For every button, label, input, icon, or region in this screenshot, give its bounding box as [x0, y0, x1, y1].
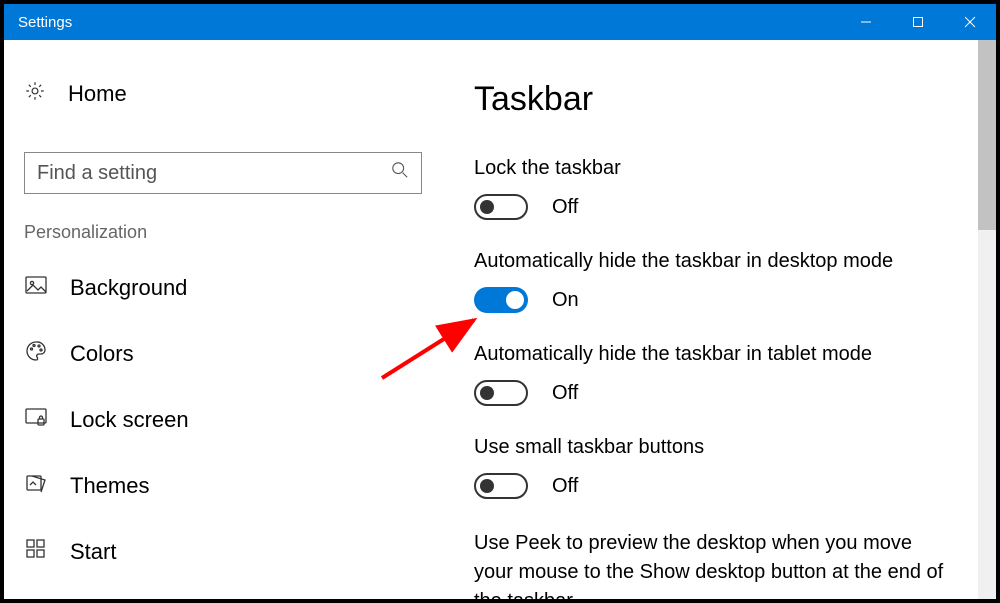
close-button[interactable] [944, 4, 996, 40]
home-label: Home [68, 81, 127, 107]
toggle-row: Off [474, 194, 966, 220]
window-body: Home Find a setting Personalization Back… [4, 40, 996, 599]
palette-icon [24, 339, 48, 369]
sidebar: Home Find a setting Personalization Back… [4, 40, 414, 599]
search-input[interactable]: Find a setting [24, 152, 422, 194]
home-link[interactable]: Home [24, 80, 390, 108]
titlebar[interactable]: Settings [4, 4, 996, 40]
scrollbar[interactable] [978, 40, 996, 599]
window-title: Settings [18, 14, 72, 31]
setting-lock-taskbar: Lock the taskbar Off [474, 157, 966, 220]
setting-autohide-desktop: Automatically hide the taskbar in deskto… [474, 250, 966, 313]
sidebar-item-label: Start [70, 539, 116, 565]
settings-window: Settings Home Find a setting [4, 4, 996, 599]
toggle-state: On [552, 289, 579, 312]
scrollbar-thumb[interactable] [978, 40, 996, 230]
sidebar-item-label: Background [70, 275, 187, 301]
sidebar-item-colors[interactable]: Colors [24, 339, 390, 369]
sidebar-item-label: Lock screen [70, 407, 189, 433]
sidebar-nav: Background Colors Lock screen [24, 273, 390, 567]
setting-label: Automatically hide the taskbar in tablet… [474, 343, 966, 366]
setting-autohide-tablet: Automatically hide the taskbar in tablet… [474, 343, 966, 406]
setting-label: Automatically hide the taskbar in deskto… [474, 250, 966, 273]
setting-small-buttons: Use small taskbar buttons Off [474, 436, 966, 499]
toggle-state: Off [552, 196, 578, 219]
setting-label: Lock the taskbar [474, 157, 966, 180]
picture-icon [24, 273, 48, 303]
sidebar-item-background[interactable]: Background [24, 273, 390, 303]
toggle-lock-taskbar[interactable] [474, 194, 528, 220]
themes-icon [24, 471, 48, 501]
lock-screen-icon [24, 405, 48, 435]
search-icon [391, 161, 409, 185]
peek-description: Use Peek to preview the desktop when you… [474, 529, 944, 599]
toggle-row: Off [474, 380, 966, 406]
window-controls [840, 4, 996, 40]
maximize-button[interactable] [892, 4, 944, 40]
sidebar-item-lock-screen[interactable]: Lock screen [24, 405, 390, 435]
toggle-autohide-tablet[interactable] [474, 380, 528, 406]
main-content: Taskbar Lock the taskbar Off Automatical… [414, 40, 996, 599]
toggle-row: On [474, 287, 966, 313]
minimize-button[interactable] [840, 4, 892, 40]
section-label: Personalization [24, 222, 390, 243]
sidebar-item-label: Colors [70, 341, 134, 367]
toggle-small-buttons[interactable] [474, 473, 528, 499]
toggle-state: Off [552, 382, 578, 405]
search-placeholder: Find a setting [37, 162, 157, 185]
gear-icon [24, 80, 46, 108]
sidebar-item-label: Themes [70, 473, 149, 499]
page-title: Taskbar [474, 80, 966, 119]
sidebar-item-themes[interactable]: Themes [24, 471, 390, 501]
toggle-autohide-desktop[interactable] [474, 287, 528, 313]
setting-label: Use small taskbar buttons [474, 436, 966, 459]
toggle-state: Off [552, 475, 578, 498]
sidebar-item-start[interactable]: Start [24, 537, 390, 567]
toggle-row: Off [474, 473, 966, 499]
start-icon [24, 537, 48, 567]
